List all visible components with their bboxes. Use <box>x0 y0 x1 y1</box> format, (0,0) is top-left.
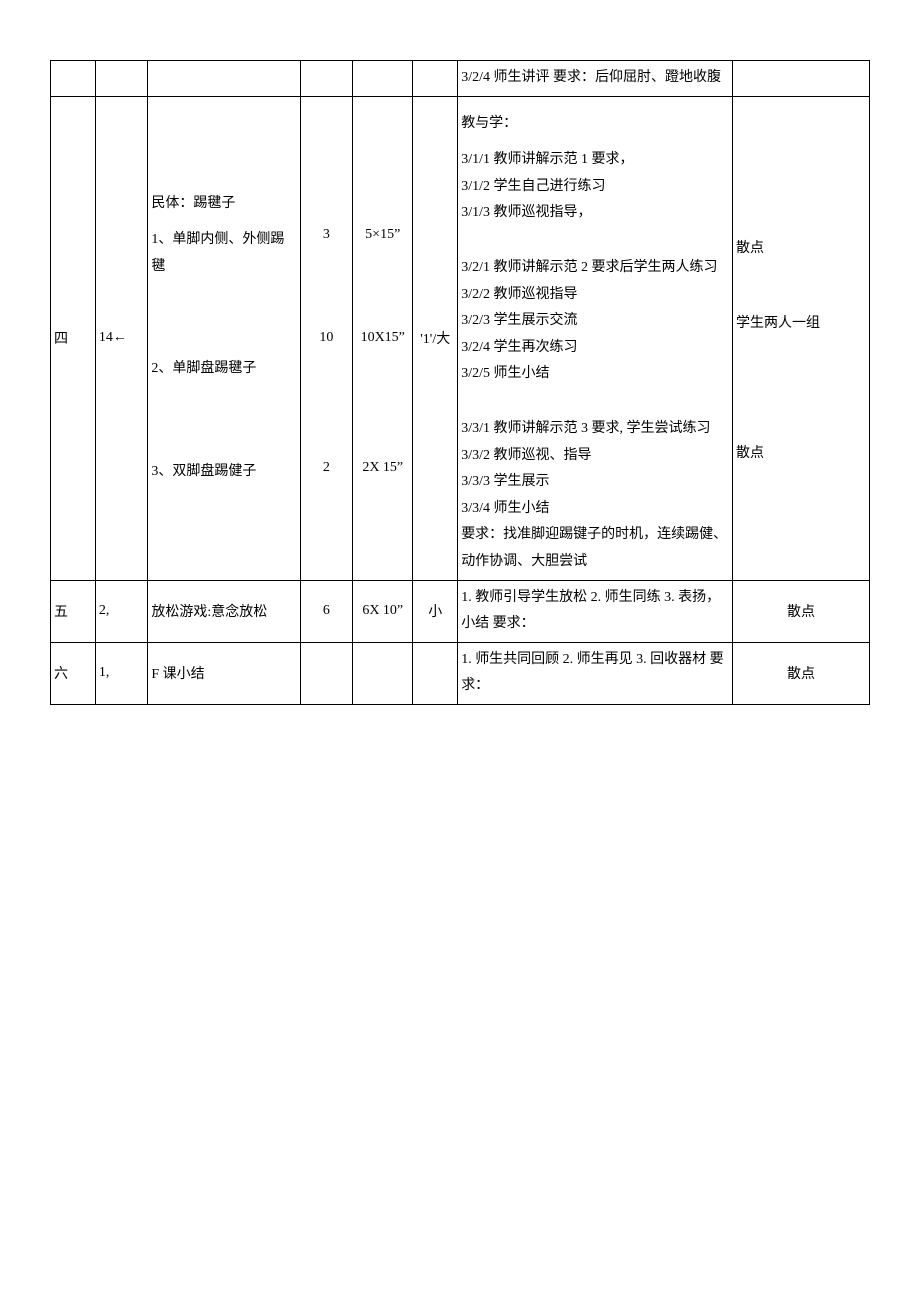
cell-teach: 1. 教师引导学生放松 2. 师生同练 3. 表扬， 小结 要求： <box>458 580 733 642</box>
dur-value: 10X15” <box>356 325 409 352</box>
teach-line: 3/2/3 学生展示交流 <box>461 308 729 335</box>
cell-formation: 散点 <box>733 642 870 704</box>
cell-activity: 放松游戏:意念放松 <box>148 580 300 642</box>
teach-header: 教与学： <box>461 111 729 138</box>
cell-num: 五 <box>51 580 96 642</box>
cell-reps: 3 10 2 <box>300 96 353 580</box>
cell-intensity: 小 <box>413 580 458 642</box>
cell-activity: 民体：踢毽子 1、单脚内侧、外侧踢毽 2、单脚盘踢毽子 3、双脚盘踢健子 <box>148 96 300 580</box>
teach-line: 要求：找准脚迎踢键子的时机，连续踢健、动作协调、大胆尝试 <box>461 522 729 575</box>
reps-value: 10 <box>304 325 350 352</box>
formation-text: 学生两人一组 <box>736 311 866 338</box>
teach-line: 3/1/3 教师巡视指导， <box>461 200 729 227</box>
cell-dur: 5×15” 10X15” 2X 15” <box>353 96 413 580</box>
formation-text: 散点 <box>736 236 866 263</box>
cell-time: 14← <box>95 96 148 580</box>
teach-block-1: 3/1/1 教师讲解示范 1 要求， 3/1/2 学生自己进行练习 3/1/3 … <box>461 147 729 227</box>
teach-line: 3/3/2 教师巡视、指导 <box>461 443 729 470</box>
teach-line: 3/2/4 学生再次练习 <box>461 335 729 362</box>
teach-line: 3/2/5 师生小结 <box>461 361 729 388</box>
cell-dur: 6X 10” <box>353 580 413 642</box>
teach-line: 3/3/3 学生展示 <box>461 469 729 496</box>
cell-formation: 散点 <box>733 580 870 642</box>
cell-dur <box>353 642 413 704</box>
cell-num: 六 <box>51 642 96 704</box>
table-row: 四 14← 民体：踢毽子 1、单脚内侧、外侧踢毽 2、单脚盘踢毽子 3、双脚盘踢… <box>51 96 870 580</box>
cell-reps <box>300 61 353 97</box>
cell-formation: 散点 学生两人一组 散点 <box>733 96 870 580</box>
cell-reps <box>300 642 353 704</box>
dur-value: 5×15” <box>356 222 409 249</box>
cell-teach: 教与学： 3/1/1 教师讲解示范 1 要求， 3/1/2 学生自己进行练习 3… <box>458 96 733 580</box>
teach-line: 3/3/1 教师讲解示范 3 要求, 学生尝试练习 <box>461 416 729 443</box>
formation-text: 散点 <box>736 441 866 468</box>
cell-intensity <box>413 642 458 704</box>
lesson-plan-table: 3/2/4 师生讲评 要求：后仰屈肘、蹬地收腹 四 14← 民体：踢毽子 1、单… <box>50 60 870 705</box>
cell-activity: F 课小结 <box>148 642 300 704</box>
cell-activity <box>148 61 300 97</box>
cell-num <box>51 61 96 97</box>
cell-time: 2, <box>95 580 148 642</box>
cell-intensity: '1'/大 <box>413 96 458 580</box>
activity-part: 3、双脚盘踢健子 <box>151 459 296 486</box>
reps-value: 3 <box>304 222 350 249</box>
cell-reps: 6 <box>300 580 353 642</box>
teach-text: 3/2/4 师生讲评 要求：后仰屈肘、蹬地收腹 <box>461 70 721 85</box>
teach-line: 3/2/2 教师巡视指导 <box>461 282 729 309</box>
table-row: 五 2, 放松游戏:意念放松 6 6X 10” 小 1. 教师引导学生放松 2.… <box>51 580 870 642</box>
cell-formation <box>733 61 870 97</box>
activity-part: 1、单脚内侧、外侧踢毽 <box>151 227 296 280</box>
activity-part: 2、单脚盘踢毽子 <box>151 356 296 383</box>
teach-line: 3/1/1 教师讲解示范 1 要求， <box>461 147 729 174</box>
teach-block-3: 3/3/1 教师讲解示范 3 要求, 学生尝试练习 3/3/2 教师巡视、指导 … <box>461 416 729 576</box>
table-row: 3/2/4 师生讲评 要求：后仰屈肘、蹬地收腹 <box>51 61 870 97</box>
cell-time <box>95 61 148 97</box>
teach-line: 3/2/1 教师讲解示范 2 要求后学生两人练习 <box>461 255 729 282</box>
teach-line: 3/1/2 学生自己进行练习 <box>461 174 729 201</box>
cell-time: 1, <box>95 642 148 704</box>
cell-teach: 1. 师生共同回顾 2. 师生再见 3. 回收器材 要求： <box>458 642 733 704</box>
teach-block-2: 3/2/1 教师讲解示范 2 要求后学生两人练习 3/2/2 教师巡视指导 3/… <box>461 255 729 388</box>
activity-title: 民体：踢毽子 <box>151 191 296 218</box>
dur-value: 2X 15” <box>356 455 409 482</box>
table-row: 六 1, F 课小结 1. 师生共同回顾 2. 师生再见 3. 回收器材 要求：… <box>51 642 870 704</box>
cell-num: 四 <box>51 96 96 580</box>
reps-value: 2 <box>304 455 350 482</box>
cell-intensity <box>413 61 458 97</box>
teach-line: 3/3/4 师生小结 <box>461 496 729 523</box>
cell-teach: 3/2/4 师生讲评 要求：后仰屈肘、蹬地收腹 <box>458 61 733 97</box>
cell-dur <box>353 61 413 97</box>
